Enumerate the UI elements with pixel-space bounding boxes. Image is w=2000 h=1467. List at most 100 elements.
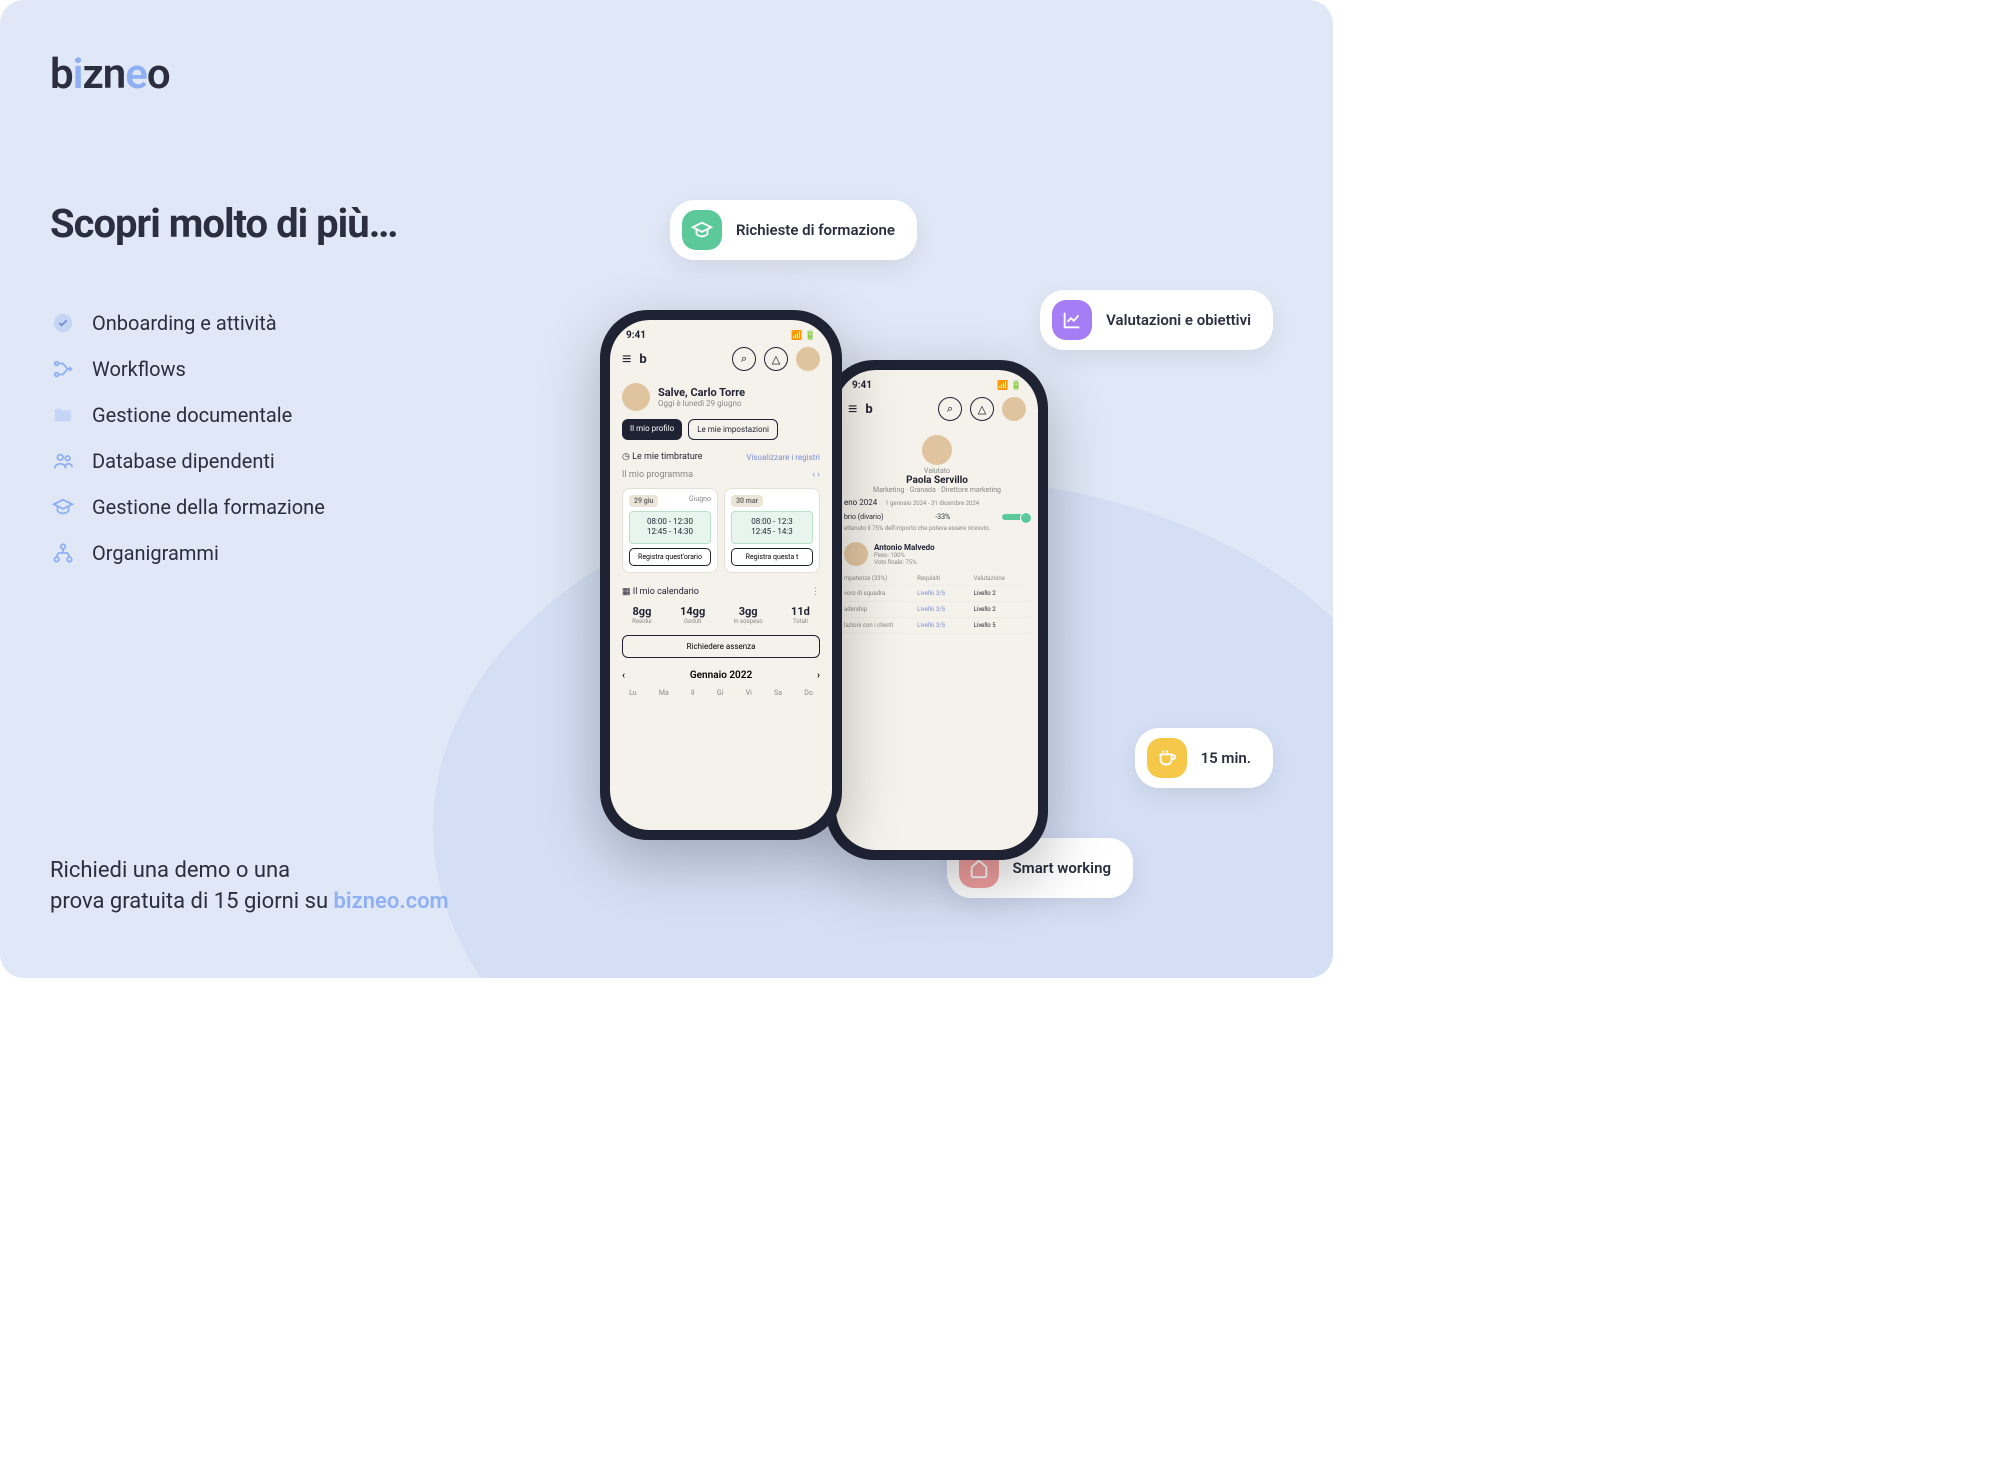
evaluator-weight: Peso: 100% [874, 552, 935, 559]
feature-label: Gestione documentale [92, 403, 292, 427]
evaluated-label: Valutato [836, 467, 1038, 475]
feature-onboarding: Onboarding e attività [50, 310, 325, 336]
clock-icon: ◷ [622, 452, 632, 462]
graduation-icon [50, 494, 76, 520]
greeting-text: Salve, Carlo Torre [658, 386, 745, 399]
greeting-block: Salve, Carlo Torre Oggi è lunedì 29 giug… [610, 377, 832, 415]
headline: Scopri molto di più… [50, 200, 397, 247]
graduation-icon [682, 210, 722, 250]
next-month[interactable]: › [817, 670, 820, 681]
time-cards: 29 giuGiugno 08:00 - 12:30 12:45 - 14:30… [610, 484, 832, 577]
feature-database: Database dipendenti [50, 448, 325, 474]
time-card: 29 giuGiugno 08:00 - 12:30 12:45 - 14:30… [622, 488, 718, 573]
time-card: 30 mar 08:00 - 12:3 12:45 - 14:3 Registr… [724, 488, 820, 573]
stat-goduti: 14ggGoduti [680, 605, 705, 625]
table-header: mpetenze (33%) Requisiti Valutazione [844, 572, 1030, 586]
menu-icon[interactable]: ≡ [848, 399, 857, 419]
greeting-date: Oggi è lunedì 29 giugno [658, 399, 745, 408]
more-icon[interactable]: ⋮ [811, 587, 820, 597]
evaluator-vote: Voto finale: 75%. [874, 559, 935, 566]
folder-icon [50, 402, 76, 428]
orgchart-icon [50, 540, 76, 566]
profile-button[interactable]: Il mio profilo [622, 419, 682, 440]
check-circle-icon [50, 310, 76, 336]
programma-row: Il mio programma ‹ › [610, 466, 832, 484]
evaluator-avatar [844, 542, 868, 566]
status-icons: 📶 🔋 [997, 381, 1022, 391]
feature-orgchart: Organigrammi [50, 540, 325, 566]
search-icon[interactable]: ⌕ [938, 397, 962, 421]
request-absence-button[interactable]: Richiedere assenza [622, 635, 820, 658]
evaluator-row: Antonio Malvedo Peso: 100% Voto finale: … [836, 538, 1038, 570]
feature-label: Workflows [92, 357, 186, 381]
feature-label: Onboarding e attività [92, 311, 277, 335]
phone-screen: 9:41 📶 🔋 ≡ b ⌕ △ Salve, Carlo Torre Oggi … [610, 320, 832, 830]
user-avatar [622, 383, 650, 411]
calendar-head: ▦ Il mio calendario ⋮ [610, 577, 832, 601]
cta-text: Richiedi una demo o una prova gratuita d… [50, 856, 449, 918]
app-header: ≡ b ⌕ △ [836, 395, 1038, 427]
bizneo-logo: bizneo [50, 50, 170, 99]
settings-button[interactable]: Le mie impostazioni [688, 419, 778, 440]
calendar-icon: ▦ [622, 587, 633, 597]
phone-dashboard: 9:41 📶 🔋 ≡ b ⌕ △ Salve, Carlo Torre Oggi … [600, 310, 842, 840]
avatar[interactable] [796, 347, 820, 371]
time-slot: 08:00 - 12:30 12:45 - 14:30 [629, 511, 711, 544]
app-logo: b [639, 352, 646, 367]
progress-bar [1002, 514, 1030, 520]
bell-icon[interactable]: △ [970, 397, 994, 421]
avatar[interactable] [1002, 397, 1026, 421]
pill-15min: 15 min. [1135, 728, 1273, 788]
cta-line2: prova gratuita di 15 giorni su bizneo.co… [50, 887, 449, 918]
stat-residui: 8ggResidui [632, 605, 652, 625]
pill-label: Richieste di formazione [736, 221, 895, 239]
feature-label: Organigrammi [92, 541, 219, 565]
evaluator-name: Antonio Malvedo [874, 543, 935, 552]
gap-row: brio (divario) -33% [836, 511, 1038, 523]
pill-formazione: Richieste di formazione [670, 200, 917, 260]
marketing-slide: bizneo Scopri molto di più… Onboarding e… [0, 0, 1333, 978]
cup-icon [1147, 738, 1187, 778]
evaluated-name: Paola Servillo [836, 475, 1038, 486]
cta-line1: Richiedi una demo o una [50, 856, 449, 887]
bell-icon[interactable]: △ [764, 347, 788, 371]
workflow-icon [50, 356, 76, 382]
time-slot: 08:00 - 12:3 12:45 - 14:3 [731, 511, 813, 544]
competence-table: mpetenze (33%) Requisiti Valutazione vor… [836, 570, 1038, 636]
feature-documents: Gestione documentale [50, 402, 325, 428]
register-button[interactable]: Registra questa t [731, 548, 813, 566]
prev-month[interactable]: ‹ [622, 670, 625, 681]
view-logs-link[interactable]: Visualizzare i registri [746, 453, 820, 462]
feature-list: Onboarding e attività Workflows Gestione… [50, 310, 325, 586]
pill-label: 15 min. [1201, 749, 1251, 767]
note-text: ettenuto il 75% dell'importo che poteva … [836, 523, 1038, 538]
status-time: 9:41 [852, 380, 872, 391]
timbrature-head: ◷ Le mie timbrature Visualizzare i regis… [610, 444, 832, 466]
cta-link[interactable]: bizneo.com [334, 889, 449, 914]
table-row: lazioni con i clienti Livello 3/5 Livell… [844, 618, 1030, 634]
feature-label: Gestione della formazione [92, 495, 325, 519]
status-icons: 📶 🔋 [791, 331, 816, 341]
period-row: eno 2024 1 gennaio 2024 - 31 dicembre 20… [836, 494, 1038, 511]
nav-arrows[interactable]: ‹ › [812, 470, 820, 480]
search-icon[interactable]: ⌕ [732, 347, 756, 371]
evaluated-avatar [922, 435, 952, 465]
feature-training: Gestione della formazione [50, 494, 325, 520]
calendar-stats: 8ggResidui 14ggGoduti 3ggIn sospeso 11dT… [610, 601, 832, 633]
stat-totali: 11dTotali [791, 605, 810, 625]
menu-icon[interactable]: ≡ [622, 349, 631, 369]
pill-label: Smart working [1013, 859, 1111, 877]
users-icon [50, 448, 76, 474]
app-logo: b [865, 402, 872, 417]
chart-icon [1052, 300, 1092, 340]
status-bar: 9:41 📶 🔋 [836, 370, 1038, 395]
table-row: voro di squadra Livello 3/5 Livello 2 [844, 586, 1030, 602]
profile-buttons: Il mio profilo Le mie impostazioni [610, 415, 832, 444]
feature-workflows: Workflows [50, 356, 325, 382]
status-bar: 9:41 📶 🔋 [610, 320, 832, 345]
pill-label: Valutazioni e obiettivi [1106, 311, 1251, 329]
weekday-row: Lu Ma Il Gi Vi Sa Do [610, 685, 832, 701]
register-button[interactable]: Registra quest'orario [629, 548, 711, 566]
feature-label: Database dipendenti [92, 449, 275, 473]
month-nav: ‹ Gennaio 2022 › [610, 666, 832, 685]
